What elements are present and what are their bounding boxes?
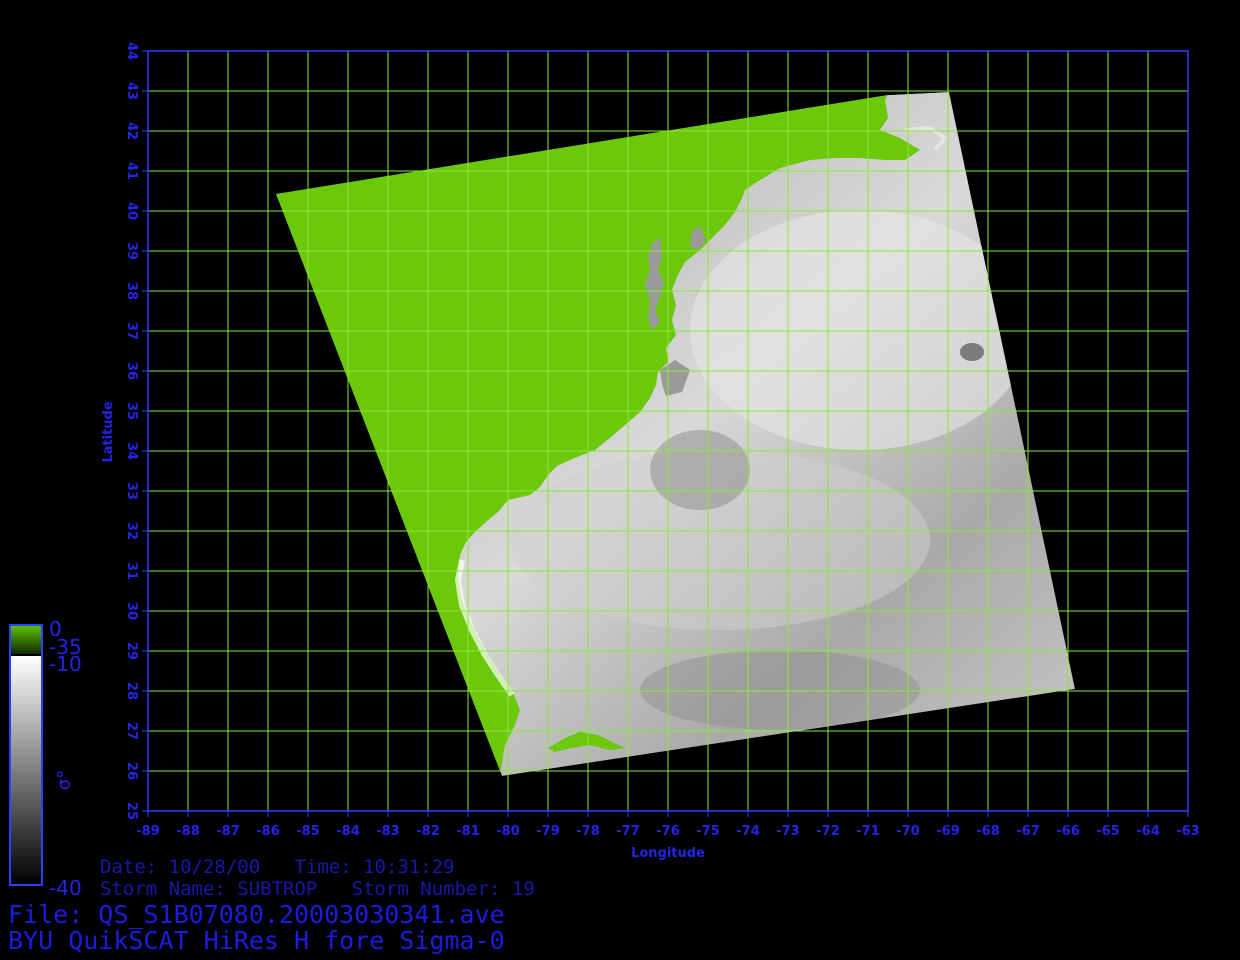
latitude-tick-label: 43	[124, 82, 139, 100]
longitude-tick-label: -78	[576, 824, 600, 839]
longitude-tick-label: -63	[1176, 824, 1200, 839]
longitude-tick-label: -79	[536, 824, 560, 839]
longitude-tick-label: -80	[496, 824, 520, 839]
file-line: File: QS_S1B07080.20003030341.ave	[8, 900, 505, 929]
longitude-tick-label: -84	[336, 824, 360, 839]
longitude-tick-label: -83	[376, 824, 400, 839]
latitude-tick-label: 39	[124, 242, 139, 260]
ocean-dark-patch	[640, 650, 920, 730]
colorbar-gray-segment	[11, 656, 41, 884]
ocean-dark-patch	[650, 430, 750, 510]
longitude-tick-label: -88	[176, 824, 200, 839]
ocean-bright-region	[690, 210, 1030, 450]
longitude-tick-label: -82	[416, 824, 440, 839]
colorbar-label-bottom: -40	[49, 876, 82, 900]
longitude-tick-label: -74	[736, 824, 760, 839]
colorbar-symbol: σ°	[54, 770, 75, 790]
ocean-dark-patch	[960, 343, 984, 361]
storm-line: Storm Name: SUBTROP Storm Number: 19	[100, 878, 535, 900]
sigma0-map: -89 -88 -87 -86 -85 -84 -83 -82 -81 -80 -79 -78 -77 -…	[9, 42, 1200, 900]
colorbar-label-gray-high: -10	[49, 652, 82, 676]
latitude-tick-label: 32	[124, 522, 139, 540]
latitude-tick-label: 41	[124, 162, 139, 180]
latitude-tick-label: 37	[124, 322, 139, 340]
latitude-tick-label: 26	[124, 762, 139, 780]
longitude-tick-label: -66	[1056, 824, 1080, 839]
longitude-tick-label: -73	[776, 824, 800, 839]
longitude-tick-label: -67	[1016, 824, 1040, 839]
longitude-tick-label: -68	[976, 824, 1000, 839]
latitude-tick-label: 38	[124, 282, 139, 300]
latitude-tick-label: 35	[124, 402, 139, 420]
product-title: BYU QuikSCAT HiRes H fore Sigma-0	[8, 926, 505, 955]
latitude-tick-label: 27	[124, 722, 139, 740]
latitude-tick-label: 44	[124, 42, 139, 60]
swath-image	[276, 92, 1075, 776]
latitude-tick-label: 40	[124, 202, 139, 220]
latitude-tick-label: 36	[124, 362, 139, 380]
longitude-tick-label: -75	[696, 824, 720, 839]
longitude-tick-label: -69	[936, 824, 960, 839]
longitude-tick-label: -76	[656, 824, 680, 839]
latitude-tick-labels: 25 26 27 28 29 30 31 32 33 34 35 36 37 38 39 40 41 42 43 44	[124, 42, 139, 820]
longitude-tick-label: -81	[456, 824, 480, 839]
x-axis-label: Longitude	[631, 846, 705, 861]
longitude-tick-label: -72	[816, 824, 840, 839]
latitude-tick-label: 29	[124, 642, 139, 660]
date-time-line: Date: 10/28/00 Time: 10:31:29	[100, 856, 455, 878]
longitude-tick-label: -87	[216, 824, 240, 839]
longitude-tick-label: -86	[256, 824, 280, 839]
longitude-tick-label: -65	[1096, 824, 1120, 839]
latitude-tick-label: 28	[124, 682, 139, 700]
longitude-tick-label: -70	[896, 824, 920, 839]
longitude-tick-labels: -89 -88 -87 -86 -85 -84 -83 -82 -81 -80 -79 -78 -77 -…	[136, 824, 1200, 839]
latitude-tick-label: 31	[124, 562, 139, 580]
latitude-tick-label: 25	[124, 802, 139, 820]
colorbar: 0 -35 -10 σ° -40	[9, 617, 82, 900]
longitude-tick-label: -85	[296, 824, 320, 839]
longitude-tick-label: -89	[136, 824, 160, 839]
latitude-tick-label: 42	[124, 122, 139, 140]
colorbar-green-segment	[11, 626, 41, 654]
latitude-tick-label: 34	[124, 442, 139, 460]
longitude-tick-label: -77	[616, 824, 640, 839]
latitude-tick-label: 30	[124, 602, 139, 620]
latitude-tick-label: 33	[124, 482, 139, 500]
y-axis-label: Latitude	[101, 401, 116, 463]
longitude-tick-label: -71	[856, 824, 880, 839]
longitude-tick-label: -64	[1136, 824, 1160, 839]
